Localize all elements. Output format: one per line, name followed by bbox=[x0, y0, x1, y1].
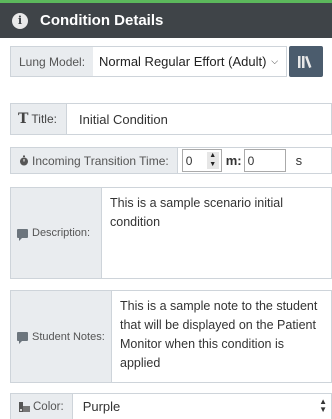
student-notes-label: Student Notes: bbox=[32, 330, 105, 343]
lung-model-label: Lung Model: bbox=[10, 46, 94, 77]
minutes-unit: m: bbox=[225, 153, 242, 168]
transition-label-addon: Incoming Transition Time: bbox=[10, 147, 177, 174]
lung-model-select[interactable]: Normal Regular Effort (Adult) ⌵ bbox=[93, 46, 288, 77]
lung-model-value: Normal Regular Effort (Adult) bbox=[99, 54, 267, 69]
text-icon: T bbox=[18, 111, 29, 127]
color-value: Purple bbox=[82, 399, 121, 414]
title-input[interactable]: Initial Condition bbox=[65, 103, 332, 135]
color-row: Color: Purple ▲ ▼ bbox=[10, 393, 332, 419]
lung-model-row: Lung Model: Normal Regular Effort (Adult… bbox=[10, 46, 332, 77]
student-notes-row: Student Notes: This is a sample note to … bbox=[10, 290, 332, 383]
note-icon bbox=[17, 332, 28, 344]
seconds-unit: s bbox=[295, 153, 303, 168]
title-row: T Title: Initial Condition bbox=[10, 103, 332, 135]
stopwatch-icon bbox=[20, 155, 28, 166]
chevron-down-icon: ⌵ bbox=[271, 56, 279, 66]
header-title: Condition Details bbox=[40, 12, 164, 29]
color-label-addon: Color: bbox=[10, 393, 72, 419]
minutes-value: 0 bbox=[185, 153, 193, 168]
spinner-down-icon[interactable]: ▼ bbox=[209, 161, 216, 169]
condition-details-header: i Condition Details bbox=[0, 0, 332, 38]
transition-inputs: 0 ▲ ▼ m: 0 s bbox=[176, 147, 332, 174]
library-button[interactable] bbox=[289, 46, 324, 77]
library-books-icon bbox=[298, 55, 312, 68]
transition-label: Incoming Transition Time: bbox=[32, 153, 169, 168]
description-label: Description: bbox=[32, 227, 91, 239]
description-textarea[interactable]: This is a sample scenario initial condit… bbox=[101, 187, 332, 279]
minutes-input[interactable]: 0 ▲ ▼ bbox=[181, 149, 222, 172]
comment-icon bbox=[17, 228, 28, 241]
transition-row: Incoming Transition Time: 0 ▲ ▼ m: 0 s bbox=[10, 147, 332, 174]
description-row: Description: This is a sample scenario i… bbox=[10, 187, 332, 279]
minutes-spinner[interactable]: ▲ ▼ bbox=[206, 152, 219, 169]
color-select[interactable]: Purple ▲ ▼ bbox=[71, 393, 332, 419]
color-label: Color: bbox=[33, 400, 64, 413]
title-label-addon: T Title: bbox=[10, 103, 66, 135]
spinner-up-icon[interactable]: ▲ bbox=[209, 152, 216, 160]
title-label: Title: bbox=[31, 112, 57, 126]
info-icon: i bbox=[12, 12, 28, 29]
description-label-addon: Description: bbox=[10, 187, 101, 279]
student-notes-label-addon: Student Notes: bbox=[10, 290, 111, 383]
student-notes-textarea[interactable]: This is a sample note to the student tha… bbox=[111, 290, 332, 383]
palette-icon bbox=[19, 402, 30, 412]
seconds-input[interactable]: 0 bbox=[243, 149, 286, 172]
select-arrows-icon: ▲ ▼ bbox=[319, 397, 327, 414]
